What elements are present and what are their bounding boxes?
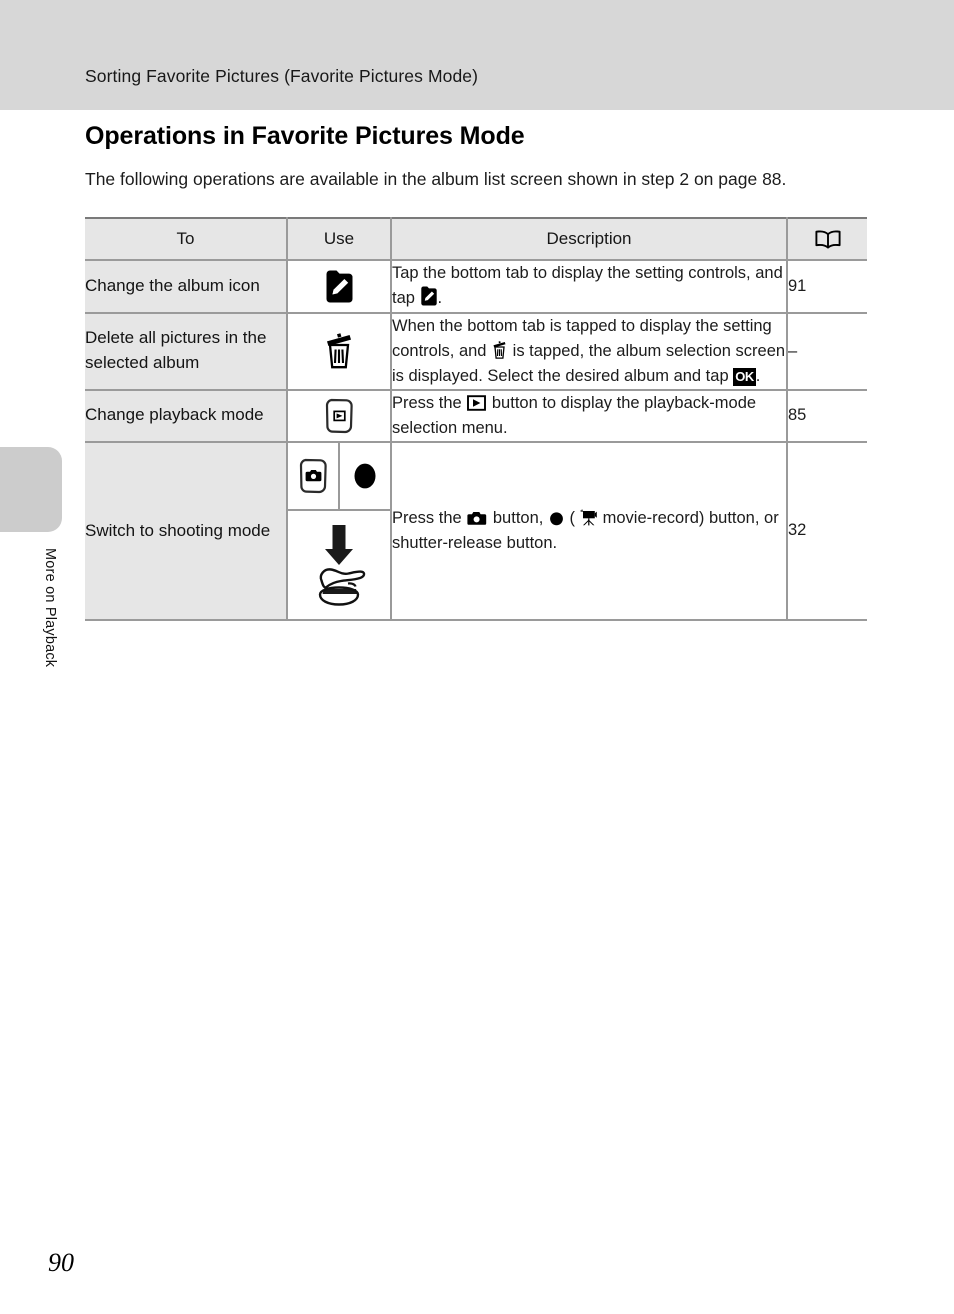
table-row: Change playback mode Press the button to… (85, 389, 867, 443)
table-row: Delete all pictures in the selected albu… (85, 312, 867, 391)
row-task-label: Change the album icon (85, 260, 288, 314)
operations-table: To Use Description Change the album icon (85, 217, 867, 621)
record-button-icon (352, 461, 378, 491)
column-header-description: Description (390, 218, 788, 262)
description-text-after: . (437, 289, 443, 308)
description-text-middle: button, (488, 508, 548, 527)
playback-button-icon (324, 398, 354, 434)
use-icon-grid-bottom-row (288, 510, 390, 619)
camera-icon (467, 511, 487, 526)
row-page-reference: 32 (786, 441, 867, 621)
press-shutter-icon (308, 523, 370, 607)
running-header-title: Sorting Favorite Pictures (Favorite Pict… (85, 66, 479, 86)
description-text-before: Press the (392, 508, 467, 527)
table-row: Change the album icon Tap the bottom tab… (85, 260, 867, 314)
ok-badge-icon: OK (733, 367, 756, 386)
table-row: Switch to shooting mode Press the button… (85, 441, 867, 621)
column-header-to: To (85, 218, 288, 262)
page-content: Operations in Favorite Pictures Mode The… (85, 122, 869, 621)
use-icon-grid (288, 442, 390, 619)
press-shutter-cell (288, 510, 390, 619)
open-book-icon (814, 230, 841, 249)
play-button-icon (467, 394, 487, 411)
row-task-label: Delete all pictures in the selected albu… (85, 312, 288, 391)
row-page-reference: 85 (786, 389, 867, 443)
chapter-thumb-tab (0, 447, 62, 532)
row-description: Press the button, ( movie-record) button… (390, 441, 788, 621)
row-use-icon-cell (286, 441, 392, 621)
running-header-band (0, 0, 954, 110)
chapter-tab-label: More on Playback (42, 548, 58, 668)
description-text-after: . (755, 366, 761, 385)
trash-icon (492, 340, 507, 359)
movie-camera-icon (576, 509, 597, 526)
row-description: Tap the bottom tab to display the settin… (390, 260, 788, 314)
row-use-icon-cell (286, 312, 392, 391)
row-use-icon-cell (286, 389, 392, 443)
page-number: 90 (48, 1248, 74, 1277)
column-header-reference (786, 218, 867, 262)
column-header-use: Use (286, 218, 392, 262)
description-text-middle2: ( (564, 508, 576, 527)
row-page-reference: – (786, 312, 867, 391)
camera-button-cell (288, 442, 340, 511)
description-text-before: Tap the bottom tab to display the settin… (392, 264, 783, 308)
row-task-label: Change playback mode (85, 389, 288, 443)
row-description: Press the button to display the playback… (390, 389, 788, 443)
album-icon-edit-icon (326, 270, 353, 303)
record-dot-icon (549, 511, 564, 526)
row-use-icon-cell (286, 260, 392, 314)
camera-button-icon (298, 458, 328, 494)
table-header-row: To Use Description (85, 218, 867, 262)
album-icon-edit-icon (420, 286, 437, 306)
row-page-reference: 91 (786, 260, 867, 314)
page-title: Operations in Favorite Pictures Mode (85, 122, 525, 150)
trash-icon (324, 333, 354, 369)
description-text-before: Press the (392, 393, 467, 412)
row-task-label: Switch to shooting mode (85, 441, 288, 621)
row-description: When the bottom tab is tapped to display… (390, 312, 788, 391)
use-icon-grid-top-row (288, 442, 390, 511)
intro-paragraph: The following operations are available i… (85, 169, 787, 189)
record-button-cell (339, 442, 390, 511)
